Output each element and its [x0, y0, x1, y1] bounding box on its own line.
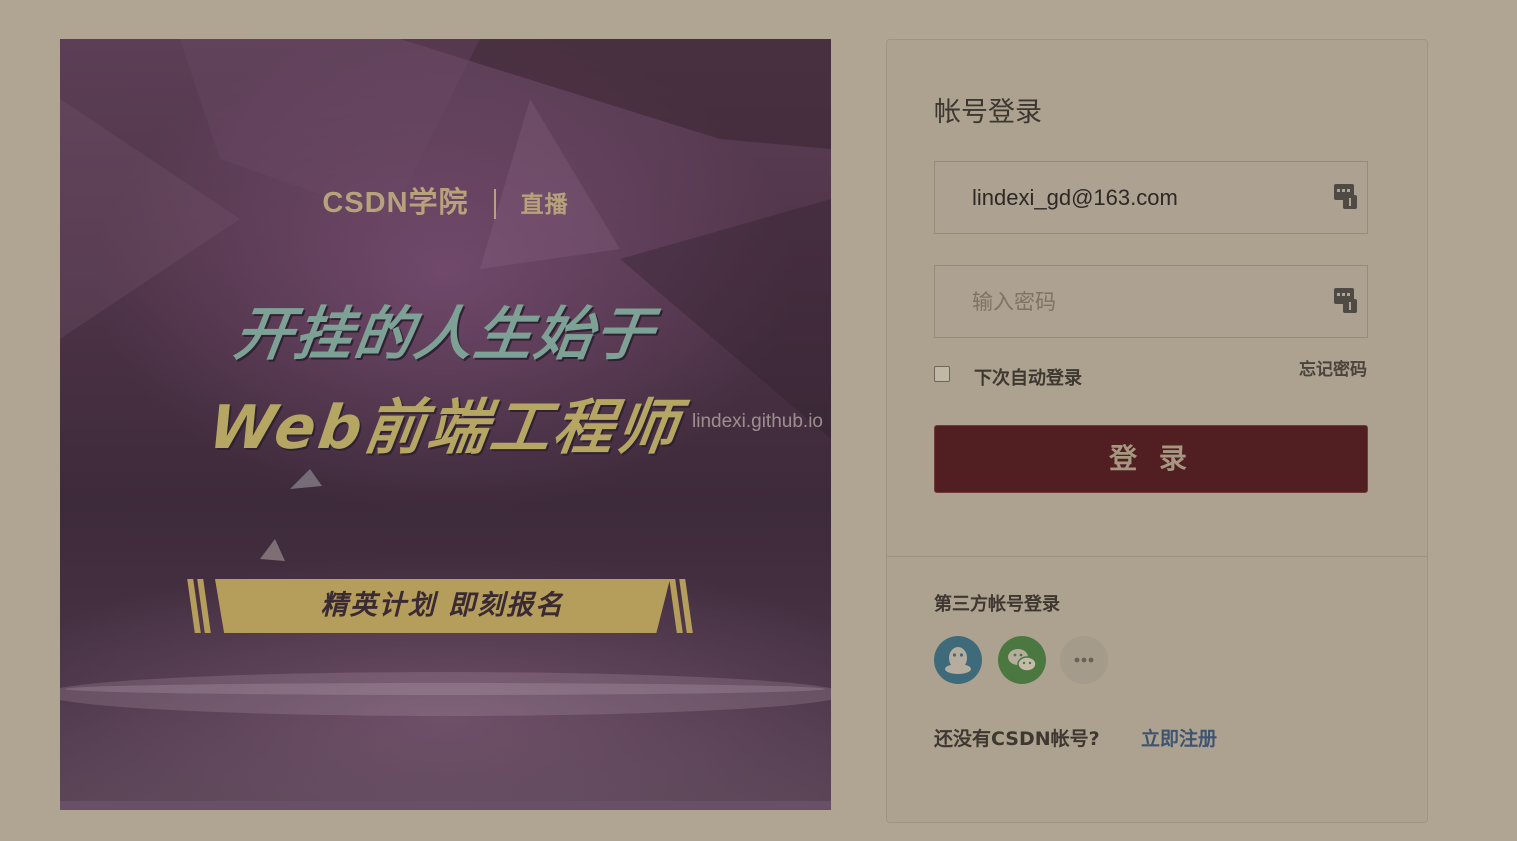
third-party-title: 第三方帐号登录: [934, 594, 1060, 615]
more-login-button[interactable]: [1060, 636, 1108, 684]
username-field[interactable]: [934, 161, 1368, 234]
brand-logo: CSDN学院 直播: [60, 179, 831, 221]
remember-checkbox[interactable]: [934, 366, 950, 382]
login-button[interactable]: 登 录: [934, 425, 1368, 493]
watermark: lindexi.github.io: [692, 411, 823, 432]
ribbon-text: 精英计划 即刻报名: [320, 590, 565, 621]
brand-separator: [493, 189, 496, 220]
signup-ribbon[interactable]: 精英计划 即刻报名: [187, 579, 693, 633]
password-field[interactable]: [934, 265, 1368, 338]
wechat-icon: [1008, 649, 1037, 672]
card-title: 帐号登录: [934, 97, 1042, 128]
login-card: 帐号登录 下次自动登录 忘记密码 登 录 第三方帐号登录: [886, 39, 1428, 823]
more-icon: [1074, 657, 1094, 663]
headline-line-1: 开挂的人生始于: [230, 300, 660, 368]
remember-me[interactable]: 下次自动登录: [934, 358, 1082, 390]
remember-label: 下次自动登录: [974, 368, 1082, 389]
username-input[interactable]: [935, 162, 1367, 233]
register-link[interactable]: 立即注册: [1141, 724, 1217, 751]
forgot-password-link[interactable]: 忘记密码: [1299, 355, 1367, 380]
wechat-login-button[interactable]: [998, 636, 1046, 684]
keyboard-icon[interactable]: [1333, 286, 1359, 314]
password-input[interactable]: [935, 266, 1367, 337]
brand-sub: 直播: [520, 191, 569, 217]
brand-name: CSDN学院: [322, 187, 469, 219]
keyboard-icon[interactable]: [1333, 182, 1359, 210]
divider: [887, 556, 1427, 557]
qq-icon: [945, 647, 971, 674]
no-account-text: 还没有CSDN帐号?: [934, 728, 1100, 750]
qq-login-button[interactable]: [934, 636, 982, 684]
